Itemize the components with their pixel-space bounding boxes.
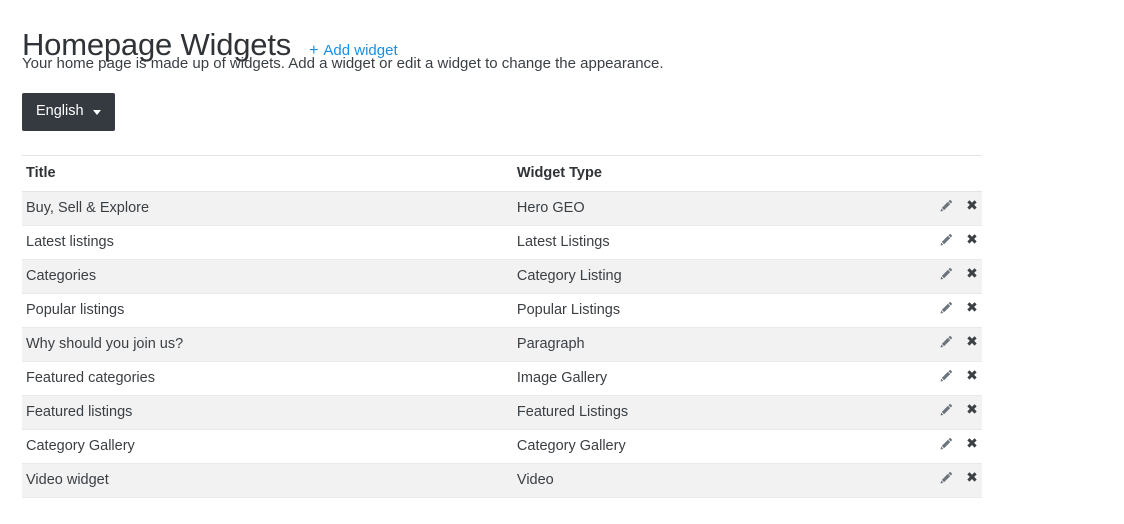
cell-widget-title: Latest listings bbox=[22, 225, 517, 260]
language-dropdown-button[interactable]: English bbox=[22, 93, 115, 131]
close-x-icon[interactable]: ✖ bbox=[965, 369, 979, 383]
row-actions: ✖ bbox=[939, 437, 980, 451]
cell-widget-title: Featured listings bbox=[22, 395, 517, 430]
cell-row-actions: ✖ bbox=[916, 191, 982, 226]
cell-widget-type: Image Gallery bbox=[516, 361, 917, 396]
pencil-icon[interactable] bbox=[939, 369, 953, 383]
pencil-icon[interactable] bbox=[939, 233, 953, 247]
widgets-table: Title Widget Type Buy, Sell & Explore Her… bbox=[22, 154, 982, 498]
row-actions: ✖ bbox=[939, 403, 980, 417]
row-actions: ✖ bbox=[939, 335, 980, 349]
cell-widget-type: Featured Listings bbox=[516, 395, 917, 430]
pencil-icon[interactable] bbox=[939, 267, 953, 281]
close-x-icon[interactable]: ✖ bbox=[965, 335, 979, 349]
cell-widget-type: Paragraph bbox=[516, 327, 917, 362]
page-subtitle: Your home page is made up of widgets. Ad… bbox=[22, 55, 664, 72]
table-row: Categories Category Listing ✖ bbox=[22, 259, 982, 294]
table-row: Category Gallery Category Gallery ✖ bbox=[22, 429, 982, 464]
row-actions: ✖ bbox=[939, 267, 980, 281]
homepage-widgets-page: Homepage Widgets + Add widget Your home … bbox=[0, 0, 1124, 524]
table-row: Popular listings Popular Listings ✖ bbox=[22, 293, 982, 328]
cell-row-actions: ✖ bbox=[916, 327, 982, 362]
table-row: Latest listings Latest Listings ✖ bbox=[22, 225, 982, 260]
row-actions: ✖ bbox=[939, 301, 980, 315]
pencil-icon[interactable] bbox=[939, 403, 953, 417]
page-header: Homepage Widgets + Add widget bbox=[22, 0, 1102, 62]
cell-widget-type: Latest Listings bbox=[516, 225, 917, 260]
close-x-icon[interactable]: ✖ bbox=[965, 199, 979, 213]
row-actions: ✖ bbox=[939, 369, 980, 383]
cell-widget-type: Popular Listings bbox=[516, 293, 917, 328]
pencil-icon[interactable] bbox=[939, 301, 953, 315]
cell-widget-type: Category Listing bbox=[516, 259, 917, 294]
cell-row-actions: ✖ bbox=[916, 361, 982, 396]
cell-widget-title: Buy, Sell & Explore bbox=[22, 191, 517, 226]
cell-widget-type: Hero GEO bbox=[516, 191, 917, 226]
table-row: Why should you join us? Paragraph ✖ bbox=[22, 327, 982, 362]
column-header-widget-type: Widget Type bbox=[516, 154, 917, 192]
cell-widget-title: Popular listings bbox=[22, 293, 517, 328]
close-x-icon[interactable]: ✖ bbox=[965, 267, 979, 281]
cell-row-actions: ✖ bbox=[916, 463, 982, 498]
close-x-icon[interactable]: ✖ bbox=[965, 403, 979, 417]
cell-row-actions: ✖ bbox=[916, 225, 982, 260]
cell-widget-type: Video bbox=[516, 463, 917, 498]
pencil-icon[interactable] bbox=[939, 199, 953, 213]
table-row: Featured listings Featured Listings ✖ bbox=[22, 395, 982, 430]
table-body: Buy, Sell & Explore Hero GEO ✖ Latest listi… bbox=[22, 191, 982, 498]
close-x-icon[interactable]: ✖ bbox=[965, 471, 979, 485]
cell-row-actions: ✖ bbox=[916, 429, 982, 464]
pencil-icon[interactable] bbox=[939, 335, 953, 349]
table-row: Featured categories Image Gallery ✖ bbox=[22, 361, 982, 396]
column-header-title: Title bbox=[22, 154, 517, 192]
pencil-icon[interactable] bbox=[939, 437, 953, 451]
close-x-icon[interactable]: ✖ bbox=[965, 233, 979, 247]
table-header-row: Title Widget Type bbox=[22, 154, 982, 192]
row-actions: ✖ bbox=[939, 471, 980, 485]
cell-row-actions: ✖ bbox=[916, 293, 982, 328]
language-selector: English bbox=[22, 93, 1102, 131]
cell-row-actions: ✖ bbox=[916, 259, 982, 294]
chevron-down-icon bbox=[92, 109, 101, 115]
language-dropdown-label: English bbox=[36, 103, 84, 119]
cell-row-actions: ✖ bbox=[916, 395, 982, 430]
column-header-actions bbox=[916, 154, 982, 192]
table-row: Video widget Video ✖ bbox=[22, 463, 982, 498]
row-actions: ✖ bbox=[939, 199, 980, 213]
close-x-icon[interactable]: ✖ bbox=[965, 437, 979, 451]
pencil-icon[interactable] bbox=[939, 471, 953, 485]
cell-widget-title: Why should you join us? bbox=[22, 327, 517, 362]
cell-widget-type: Category Gallery bbox=[516, 429, 917, 464]
table-header: Title Widget Type bbox=[22, 154, 982, 192]
close-x-icon[interactable]: ✖ bbox=[965, 301, 979, 315]
cell-widget-title: Category Gallery bbox=[22, 429, 517, 464]
row-actions: ✖ bbox=[939, 233, 980, 247]
cell-widget-title: Categories bbox=[22, 259, 517, 294]
cell-widget-title: Featured categories bbox=[22, 361, 517, 396]
widgets-table-container: Title Widget Type Buy, Sell & Explore Her… bbox=[22, 154, 982, 498]
table-row: Buy, Sell & Explore Hero GEO ✖ bbox=[22, 191, 982, 226]
cell-widget-title: Video widget bbox=[22, 463, 517, 498]
